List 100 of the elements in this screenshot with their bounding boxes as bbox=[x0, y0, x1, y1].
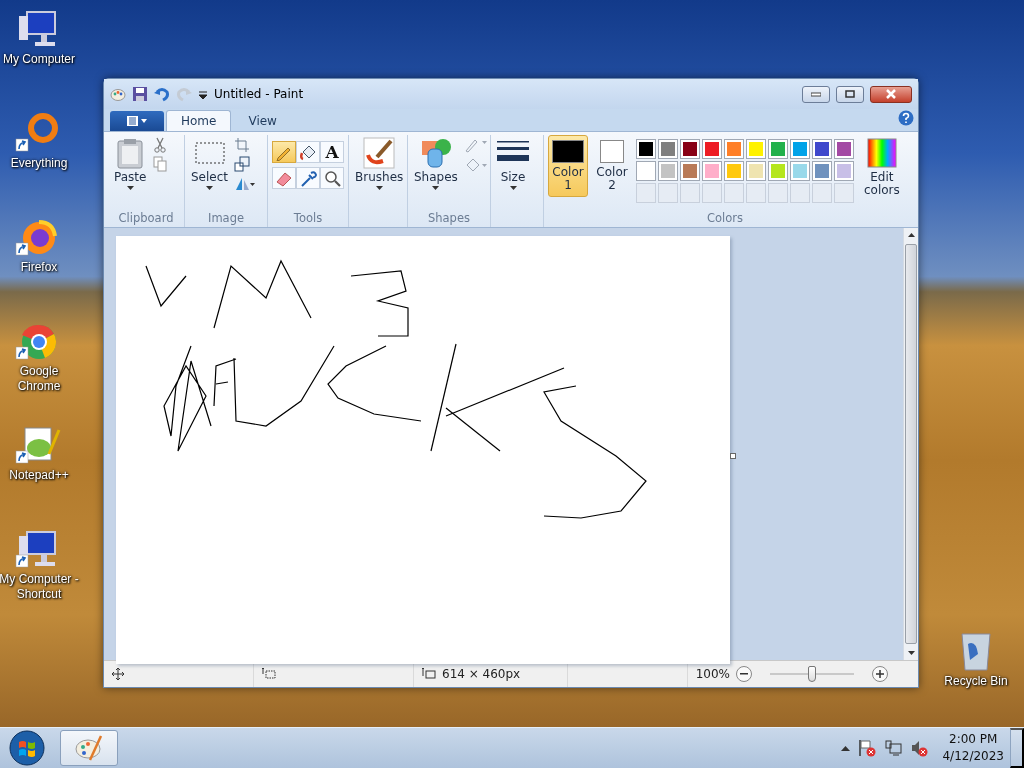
clock-time[interactable]: 2:00 PM bbox=[949, 731, 998, 748]
undo-icon[interactable] bbox=[154, 86, 170, 102]
caret-icon bbox=[375, 186, 383, 190]
size-button[interactable]: Size bbox=[495, 135, 531, 192]
close-icon bbox=[885, 89, 897, 99]
empty-swatch[interactable] bbox=[724, 183, 744, 203]
save-icon[interactable] bbox=[132, 86, 148, 102]
muted-speaker-icon[interactable] bbox=[910, 739, 929, 757]
palette-swatch[interactable] bbox=[768, 161, 788, 181]
palette-swatch[interactable] bbox=[680, 139, 700, 159]
paste-button[interactable]: Paste bbox=[112, 135, 149, 192]
palette-swatch[interactable] bbox=[812, 161, 832, 181]
show-desktop-button[interactable] bbox=[1010, 728, 1024, 768]
zoom-level-text: 100% bbox=[695, 667, 730, 681]
palette-swatch[interactable] bbox=[746, 139, 766, 159]
ribbon-tab[interactable]: View bbox=[233, 110, 292, 131]
scroll-down-icon[interactable] bbox=[907, 651, 915, 655]
group-label: Colors bbox=[706, 211, 744, 227]
ribbon-tab[interactable]: Home bbox=[166, 110, 232, 131]
palette-swatch[interactable] bbox=[724, 161, 744, 181]
palette-swatch[interactable] bbox=[746, 161, 766, 181]
eyedropper-icon bbox=[299, 169, 317, 187]
palette-swatch[interactable] bbox=[636, 139, 656, 159]
eraser-tool[interactable] bbox=[272, 167, 296, 189]
copy-icon[interactable] bbox=[152, 156, 169, 172]
windows-logo-icon bbox=[8, 729, 46, 767]
selection-size-icon bbox=[262, 668, 276, 680]
zoom-in-button[interactable] bbox=[872, 666, 888, 682]
desktop-icon-label: Google Chrome bbox=[16, 364, 62, 394]
fill-tool[interactable] bbox=[296, 141, 320, 163]
empty-swatch[interactable] bbox=[636, 183, 656, 203]
scroll-up-icon[interactable] bbox=[907, 233, 915, 237]
palette-swatch[interactable] bbox=[834, 161, 854, 181]
maximize-icon bbox=[845, 90, 855, 98]
palette-swatch[interactable] bbox=[702, 161, 722, 181]
maximize-button[interactable] bbox=[836, 85, 864, 103]
pencil-tool[interactable] bbox=[272, 141, 296, 163]
paint-taskbar-button[interactable] bbox=[60, 730, 118, 766]
resize-handle[interactable] bbox=[730, 453, 736, 459]
palette-swatch[interactable] bbox=[658, 161, 678, 181]
empty-swatch[interactable] bbox=[834, 183, 854, 203]
palette-icon bbox=[74, 734, 104, 762]
desktop-icon-label: Firefox bbox=[20, 260, 58, 275]
resize-icon[interactable] bbox=[234, 156, 251, 172]
empty-swatch[interactable] bbox=[702, 183, 722, 203]
picker-tool[interactable] bbox=[296, 167, 320, 189]
rainbow-gradient-icon bbox=[865, 137, 898, 169]
palette-swatch[interactable] bbox=[680, 161, 700, 181]
start-button[interactable] bbox=[8, 729, 46, 767]
slider-thumb[interactable] bbox=[808, 666, 816, 682]
desktop-icon-label: My Computer bbox=[3, 52, 75, 67]
group-label: Clipboard bbox=[117, 211, 175, 227]
empty-swatch[interactable] bbox=[790, 183, 810, 203]
vertical-scrollbar[interactable] bbox=[903, 228, 918, 660]
select-button[interactable]: Select bbox=[189, 135, 231, 192]
outline-icon[interactable] bbox=[463, 137, 488, 153]
minimize-button[interactable] bbox=[802, 85, 830, 103]
window-title: Untitled - Paint bbox=[214, 87, 304, 101]
group-label: Image bbox=[207, 211, 245, 227]
crop-icon[interactable] bbox=[234, 137, 251, 153]
zoom-out-button[interactable] bbox=[736, 666, 752, 682]
canvas-size-icon bbox=[422, 668, 436, 680]
menu-icon bbox=[126, 116, 148, 126]
network-icon[interactable] bbox=[884, 739, 903, 757]
show-hidden-icons-icon[interactable] bbox=[841, 745, 851, 751]
shapes-button[interactable]: Shapes bbox=[412, 135, 460, 192]
palette-swatch[interactable] bbox=[834, 139, 854, 159]
paint-menu-button[interactable] bbox=[110, 111, 164, 131]
empty-swatch[interactable] bbox=[658, 183, 678, 203]
help-icon[interactable] bbox=[898, 110, 914, 126]
magnifier-tool[interactable] bbox=[320, 167, 344, 189]
clock-date[interactable]: 4/12/2023 bbox=[942, 748, 1004, 765]
close-button[interactable] bbox=[870, 85, 912, 103]
palette-swatch[interactable] bbox=[636, 161, 656, 181]
desktop-icon-label: Recycle Bin bbox=[944, 674, 1008, 689]
empty-swatch[interactable] bbox=[746, 183, 766, 203]
color-slot-button[interactable]: Color 2 bbox=[592, 135, 632, 197]
color-slot-button[interactable]: Color 1 bbox=[548, 135, 588, 197]
palette-swatch[interactable] bbox=[790, 161, 810, 181]
text-tool[interactable]: A bbox=[320, 141, 344, 163]
palette-swatch[interactable] bbox=[658, 139, 678, 159]
scissors-icon[interactable] bbox=[152, 137, 169, 153]
empty-swatch[interactable] bbox=[812, 183, 832, 203]
desktop-icon-label: Everything bbox=[10, 156, 68, 171]
brushes-button[interactable]: Brushes bbox=[353, 135, 406, 192]
notepad-icon[interactable] bbox=[15, 424, 63, 466]
empty-swatch[interactable] bbox=[680, 183, 700, 203]
caret-icon bbox=[509, 186, 517, 190]
empty-swatch[interactable] bbox=[768, 183, 788, 203]
caret-icon bbox=[126, 186, 134, 190]
magnifier-icon bbox=[323, 169, 341, 187]
minimize-icon bbox=[811, 91, 821, 97]
palette-swatch[interactable] bbox=[702, 139, 722, 159]
palette-swatch[interactable] bbox=[790, 139, 810, 159]
palette-swatch[interactable] bbox=[812, 139, 832, 159]
palette-swatch[interactable] bbox=[768, 139, 788, 159]
flag-error-icon[interactable] bbox=[858, 739, 877, 757]
edit-colors-button[interactable]: Edit colors bbox=[862, 135, 902, 199]
group-label: Shapes bbox=[427, 211, 471, 227]
palette-swatch[interactable] bbox=[724, 139, 744, 159]
